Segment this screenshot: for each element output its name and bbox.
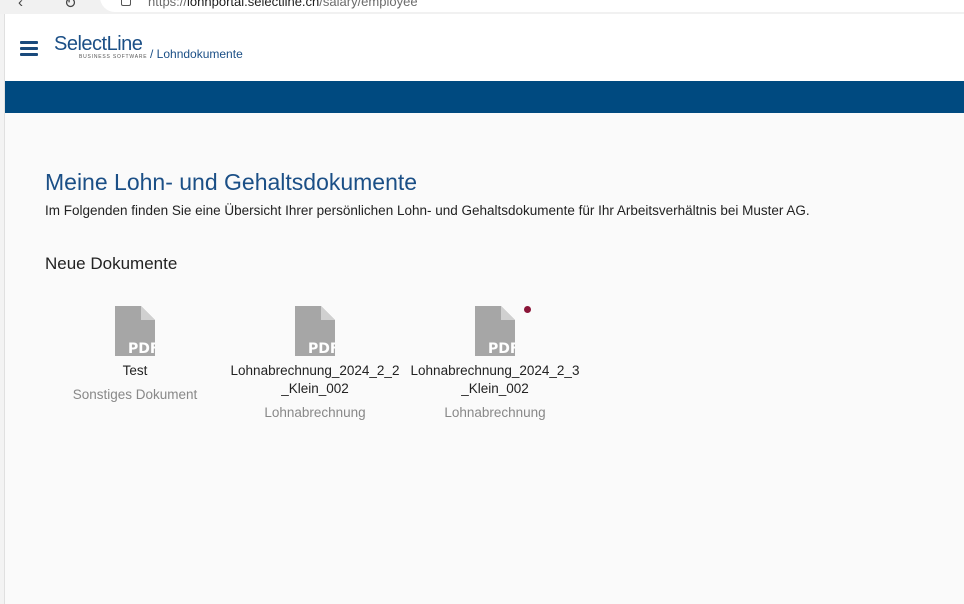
browser-toolbar: ‹ ↻ https://lohnportal.selectline.ch/sal… xyxy=(0,0,964,14)
back-arrow-icon[interactable]: ‹ xyxy=(18,0,23,11)
new-indicator-dot xyxy=(524,306,531,313)
pdf-icon: PDF xyxy=(115,306,155,356)
document-tile[interactable]: PDF Test Sonstiges Dokument xyxy=(50,306,220,402)
menu-icon[interactable] xyxy=(20,41,38,56)
pdf-icon: PDF xyxy=(295,306,335,356)
document-type: Sonstiges Dokument xyxy=(72,387,198,402)
section-title-new-documents: Neue Dokumente xyxy=(45,254,178,273)
document-name: Test xyxy=(122,363,148,378)
selectline-logo[interactable]: SelectLine BUSINESS SOFTWARE xyxy=(54,34,147,64)
svg-text:PDF: PDF xyxy=(128,341,155,356)
svg-text:PDF: PDF xyxy=(488,341,515,356)
pdf-icon: PDF xyxy=(475,306,531,356)
document-type: Lohnabrechnung xyxy=(444,405,546,420)
breadcrumb: / Lohndokumente xyxy=(150,47,243,61)
page-info-icon[interactable] xyxy=(121,0,131,6)
svg-text:PDF: PDF xyxy=(308,341,335,356)
page-title: Meine Lohn- und Gehaltsdokumente xyxy=(45,169,418,196)
intro-text: Im Folgenden finden Sie eine Übersicht I… xyxy=(45,203,810,218)
document-name: Lohnabrechnung_2024_2_3_Klein_002 xyxy=(410,363,580,396)
header-band xyxy=(5,81,964,113)
address-url[interactable]: https://lohnportal.selectline.ch/salary/… xyxy=(148,0,418,9)
document-tile[interactable]: PDF Lohnabrechnung_2024_2_2_Klein_002 Lo… xyxy=(230,306,400,420)
app-header: SelectLine BUSINESS SOFTWARE / Lohndokum… xyxy=(5,14,964,81)
document-name: Lohnabrechnung_2024_2_2_Klein_002 xyxy=(230,363,400,396)
document-type: Lohnabrechnung xyxy=(264,405,366,420)
reload-icon[interactable]: ↻ xyxy=(64,0,77,12)
document-tile[interactable]: PDF Lohnabrechnung_2024_2_3_Klein_002 Lo… xyxy=(410,306,580,420)
app-window: SelectLine BUSINESS SOFTWARE / Lohndokum… xyxy=(4,14,964,604)
